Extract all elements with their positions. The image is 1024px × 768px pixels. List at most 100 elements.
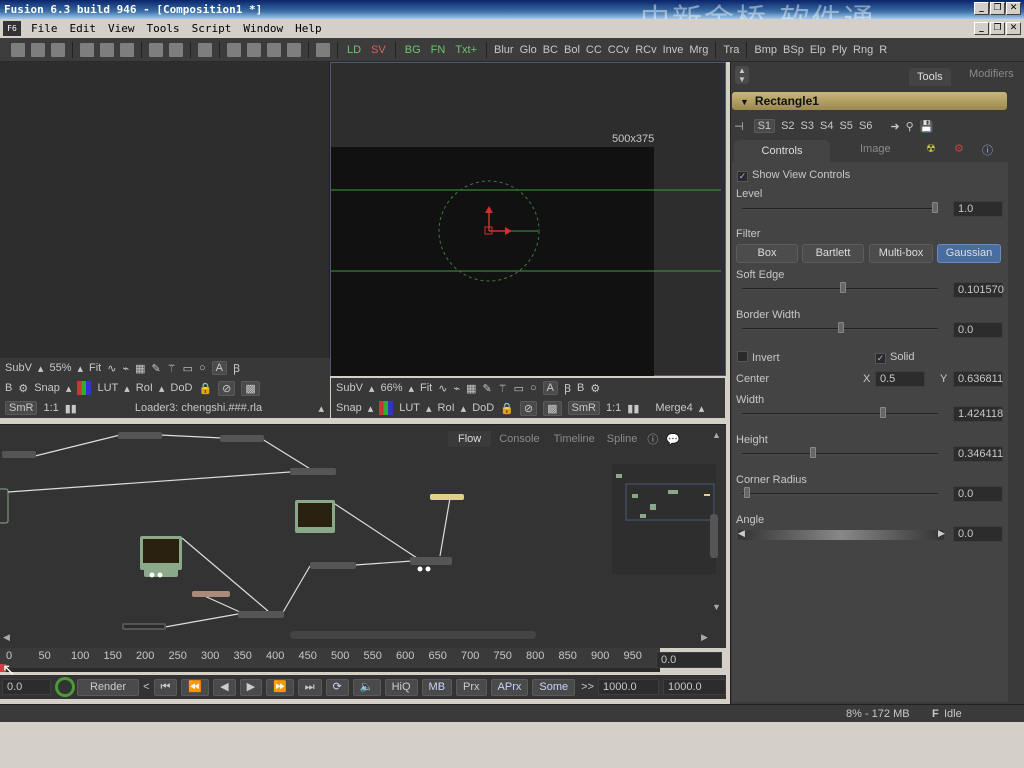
right-circle-icon[interactable]: ○: [530, 382, 537, 394]
tool-header[interactable]: ▼ Rectangle1: [732, 92, 1007, 110]
right-dod-button[interactable]: DoD: [472, 402, 494, 414]
corner-radius-slider-knob[interactable]: [744, 487, 750, 498]
slot-s2[interactable]: S2: [781, 120, 794, 132]
right-subv-button[interactable]: SubV: [336, 382, 363, 394]
right-lut-button[interactable]: LUT: [399, 402, 420, 414]
width-slider-track[interactable]: [742, 413, 938, 415]
doc-close-button[interactable]: ✕: [1006, 22, 1021, 35]
left-text-outline-icon[interactable]: Ꞵ: [233, 361, 240, 376]
left-rect-icon[interactable]: ▭: [183, 362, 193, 375]
subtab-image[interactable]: Image: [860, 143, 891, 155]
layout-2-icon[interactable]: [247, 42, 261, 57]
right-histogram-icon[interactable]: ▮▮: [627, 402, 639, 415]
start-time-field[interactable]: 0.0: [2, 679, 52, 695]
tool-ld[interactable]: LD: [342, 44, 366, 56]
menu-view[interactable]: View: [102, 19, 141, 38]
right-gear-icon[interactable]: ⚙: [590, 382, 600, 395]
right-zoom-button[interactable]: 66%: [380, 382, 402, 394]
center-y-value[interactable]: 0.636811: [953, 371, 1003, 387]
copy-icon[interactable]: [100, 42, 114, 57]
angle-thumbwheel[interactable]: [738, 530, 944, 540]
tool-bc[interactable]: BC: [540, 44, 561, 56]
tool-ply[interactable]: Ply: [829, 44, 850, 56]
menu-edit[interactable]: Edit: [64, 19, 103, 38]
undo-icon[interactable]: [149, 42, 163, 57]
prx-button[interactable]: Prx: [456, 678, 487, 696]
some-button[interactable]: Some: [532, 678, 576, 696]
redo-icon[interactable]: [169, 42, 183, 57]
slot-s1[interactable]: S1: [753, 119, 776, 133]
left-wand-icon[interactable]: ⚚: [167, 362, 177, 375]
left-bspline-icon[interactable]: ⌁: [122, 362, 129, 375]
width-slider-knob[interactable]: [880, 407, 886, 418]
aprx-button[interactable]: APrx: [490, 678, 529, 696]
border-width-value[interactable]: 0.0: [953, 322, 1003, 338]
height-value[interactable]: 0.346411: [953, 446, 1003, 462]
corner-radius-slider-track[interactable]: [742, 493, 938, 495]
right-text-icon[interactable]: A: [542, 381, 558, 395]
global-end-field[interactable]: 1000.0: [663, 679, 726, 695]
panel-toggle-icon[interactable]: ▲ ▼: [735, 66, 749, 84]
show-view-controls-checkbox[interactable]: ✓ Show View Controls: [737, 169, 850, 182]
loop-icon[interactable]: ⟳: [325, 678, 349, 696]
angle-value[interactable]: 0.0: [953, 526, 1003, 542]
left-stereo-icon[interactable]: ⊘: [218, 380, 236, 396]
tool-mrg[interactable]: Mrg: [686, 44, 711, 56]
doc-minimize-button[interactable]: _: [974, 22, 989, 35]
width-value[interactable]: 1.424118: [953, 406, 1003, 422]
tool-bol[interactable]: Bol: [561, 44, 583, 56]
left-gear-icon[interactable]: ⚙: [18, 382, 28, 395]
pin-icon[interactable]: ⊣: [734, 120, 744, 133]
menu-help[interactable]: Help: [289, 19, 328, 38]
left-lock-icon[interactable]: 🔒: [198, 382, 212, 395]
filter-box-button[interactable]: Box: [736, 244, 798, 263]
right-bspline-icon[interactable]: ⌁: [453, 382, 460, 395]
left-lut-button[interactable]: LUT: [97, 382, 118, 394]
left-checker-icon[interactable]: ▩: [241, 380, 260, 396]
tab-modifiers[interactable]: Modifiers: [969, 68, 1014, 80]
soft-edge-value[interactable]: 0.101570: [953, 282, 1004, 298]
rewind-icon[interactable]: ⏪: [181, 678, 210, 696]
goto-start-icon[interactable]: ⏮: [153, 678, 178, 696]
tool-ccv[interactable]: CCv: [605, 44, 632, 56]
tool-r[interactable]: R: [876, 44, 890, 56]
tool-tra[interactable]: Tra: [720, 44, 742, 56]
right-rect-icon[interactable]: ▭: [514, 382, 524, 395]
layout-4-icon[interactable]: [287, 42, 301, 57]
hiq-button[interactable]: HiQ: [384, 678, 418, 696]
filter-multibox-button[interactable]: Multi-box: [869, 244, 933, 263]
script-icon[interactable]: [316, 42, 330, 57]
radiation-icon[interactable]: ☢: [926, 142, 936, 155]
save-settings-icon[interactable]: 💾: [920, 120, 934, 133]
soft-edge-slider-knob[interactable]: [840, 282, 846, 293]
left-subv-button[interactable]: SubV: [5, 362, 32, 374]
tool-inve[interactable]: Inve: [660, 44, 687, 56]
level-slider-knob[interactable]: [932, 202, 938, 213]
menu-tools[interactable]: Tools: [141, 19, 186, 38]
save-icon[interactable]: [51, 42, 65, 57]
invert-checkbox[interactable]: Invert: [737, 351, 780, 364]
close-button[interactable]: ✕: [1006, 2, 1021, 15]
filter-gaussian-button[interactable]: Gaussian: [937, 244, 1001, 263]
restore-button[interactable]: ❐: [990, 2, 1005, 15]
corner-radius-value[interactable]: 0.0: [953, 486, 1003, 502]
tool-bmp[interactable]: Bmp: [751, 44, 780, 56]
layout-1-icon[interactable]: [227, 42, 241, 57]
arrow-right-icon[interactable]: ➜: [890, 120, 899, 133]
right-ratio-button[interactable]: 1:1: [606, 402, 621, 414]
height-slider-knob[interactable]: [810, 447, 816, 458]
tool-glo[interactable]: Glo: [517, 44, 540, 56]
collapse-arrow-icon[interactable]: ▼: [740, 97, 749, 107]
current-time-field[interactable]: 0.0: [656, 652, 722, 668]
filter-bartlett-button[interactable]: Bartlett: [802, 244, 864, 263]
tool-blur[interactable]: Blur: [491, 44, 517, 56]
menu-file[interactable]: File: [25, 19, 64, 38]
render-end-field[interactable]: 1000.0: [597, 679, 659, 695]
left-ratio-button[interactable]: 1:1: [43, 402, 58, 414]
right-fit-button[interactable]: Fit: [420, 382, 432, 394]
left-channel-icon[interactable]: [77, 381, 92, 395]
tool-bg[interactable]: BG: [400, 44, 426, 56]
tool-elp[interactable]: Elp: [807, 44, 829, 56]
tool-fn[interactable]: FN: [426, 44, 451, 56]
play-icon[interactable]: ▶: [239, 678, 263, 696]
